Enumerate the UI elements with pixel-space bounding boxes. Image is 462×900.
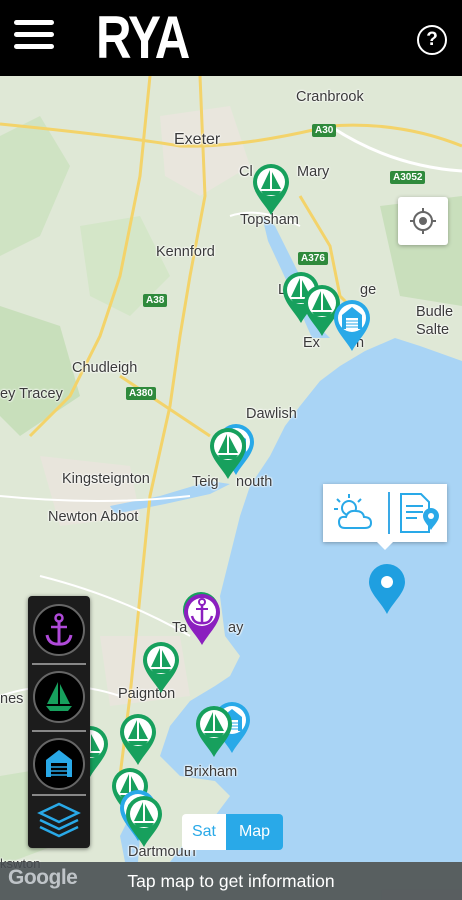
road-a3052: A3052	[390, 171, 426, 184]
popup-divider	[388, 492, 390, 534]
place-exeter: Exeter	[174, 131, 221, 148]
place-dawlish: Dawlish	[246, 406, 297, 422]
sailboat-icon	[46, 682, 72, 711]
sailing-club-pin[interactable]	[251, 162, 291, 216]
weather-button[interactable]	[329, 490, 383, 536]
anchorage-pin[interactable]	[182, 592, 222, 646]
place-chudleigh: Chudleigh	[72, 360, 138, 376]
place-totnes: nes	[0, 691, 24, 707]
road-a30: A30	[312, 124, 337, 137]
help-button[interactable]: ?	[417, 25, 447, 55]
sailing-club-pin[interactable]	[194, 704, 234, 758]
selected-location-pin[interactable]	[365, 562, 409, 616]
place-kennford: Kennford	[156, 244, 215, 260]
sailing-club-pin[interactable]	[141, 640, 181, 694]
map-view-button[interactable]: Map	[226, 814, 283, 850]
place-brixham: Brixham	[184, 764, 238, 780]
sailing-club-layer-toggle[interactable]	[33, 671, 85, 723]
rya-logo: RYA	[96, 4, 190, 71]
layers-stack-icon	[37, 802, 81, 838]
boathouse-icon	[46, 750, 72, 777]
boathouse-pin[interactable]	[332, 298, 372, 352]
layers-button[interactable]	[34, 798, 84, 842]
sailing-club-pin[interactable]	[118, 712, 158, 766]
layer-separator	[32, 730, 86, 732]
layer-filter-panel	[28, 596, 90, 848]
place-newton-abbot: Newton Abbot	[48, 509, 139, 525]
tap-map-hint: Tap map to get information	[127, 871, 335, 891]
weather-icon	[334, 494, 373, 529]
place-bovey-tracey: ey Tracey	[0, 386, 63, 402]
road-a376: A376	[298, 252, 328, 265]
anchorage-layer-toggle[interactable]	[33, 604, 85, 656]
locate-me-button[interactable]	[398, 197, 448, 245]
layer-separator	[32, 794, 86, 796]
layer-separator	[32, 663, 86, 665]
anchor-icon	[45, 613, 73, 646]
location-details-button[interactable]	[395, 490, 443, 536]
location-info-popup	[323, 484, 447, 550]
map-view[interactable]: Cranbrook Exeter Cl Mary Topsham Kennfor…	[0, 76, 462, 900]
place-cranbrook: Cranbrook	[296, 89, 364, 105]
road-a380: A380	[126, 387, 156, 400]
map-type-toggle: Sat Map	[182, 814, 283, 850]
info-bar: Google Tap map to get information	[0, 862, 462, 900]
document-location-icon	[400, 493, 439, 533]
road-a38: A38	[143, 294, 168, 307]
place-mary: Mary	[297, 164, 330, 180]
place-salterton: Salte	[416, 322, 450, 338]
place-kingsteignton: Kingsteignton	[62, 471, 150, 487]
sailing-club-pin[interactable]	[124, 794, 164, 848]
my-location-icon	[410, 208, 436, 234]
app-header: RYA ?	[0, 0, 462, 76]
boathouse-layer-toggle[interactable]	[33, 738, 85, 790]
place-budleigh: Budle	[416, 304, 454, 320]
satellite-view-button[interactable]: Sat	[182, 814, 226, 850]
place-lympstone-2: ge	[360, 282, 377, 298]
place-torquay-2: ay	[228, 620, 244, 636]
sailing-club-pin[interactable]	[208, 426, 248, 480]
place-exmouth: Ex	[303, 335, 320, 351]
hamburger-menu-icon[interactable]	[14, 20, 58, 56]
